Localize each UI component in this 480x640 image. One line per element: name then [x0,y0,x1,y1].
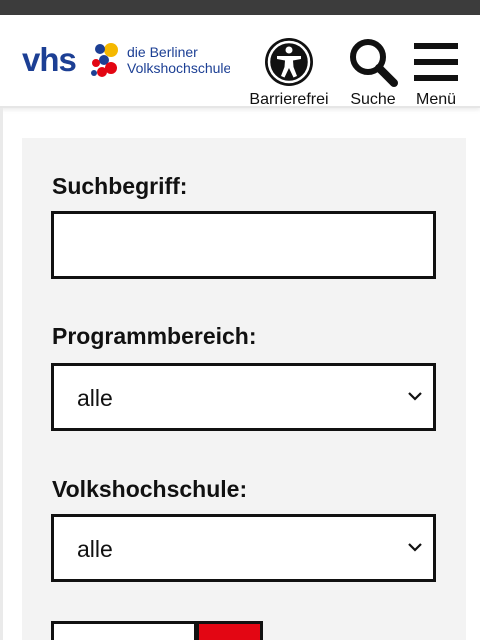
program-area-label: Programmbereich: [52,323,257,349]
search-label: Suche [350,91,396,108]
logo-dots-icon [91,43,118,77]
search-icon [350,39,398,87]
search-term-label: Suchbegriff: [52,173,188,199]
page-left-edge [0,108,3,640]
vhs-logo[interactable]: vhs die Berliner Volkshochschulen [22,37,232,87]
menu-button[interactable]: Menü [410,37,462,109]
chevron-down-icon [408,392,422,401]
school-select[interactable]: alle [51,514,436,582]
hamburger-menu-icon [414,43,458,81]
logo-line-1: die Berliner [127,44,198,60]
site-header: vhs die Berliner Volkshochschulen Barrie… [0,15,480,108]
program-area-value: alle [77,385,113,411]
accessibility-icon [265,38,313,86]
accessibility-label: Barrierefrei [249,91,329,108]
school-value: alle [77,536,113,562]
submit-search-button[interactable] [196,621,263,640]
logo-line-2: Volkshochschulen [127,60,230,76]
program-area-select[interactable]: alle [51,363,436,431]
browser-top-bar [0,0,480,15]
search-button[interactable]: Suche [345,37,401,109]
menu-label: Menü [415,91,457,108]
chevron-down-icon [408,543,422,552]
search-term-input[interactable] [51,211,436,279]
accessibility-button[interactable]: Barrierefrei [244,37,334,109]
logo-wordmark: vhs [22,41,77,78]
logo-text: die Berliner Volkshochschulen [127,44,230,76]
school-label: Volkshochschule: [52,476,248,502]
reset-button[interactable] [51,621,197,640]
